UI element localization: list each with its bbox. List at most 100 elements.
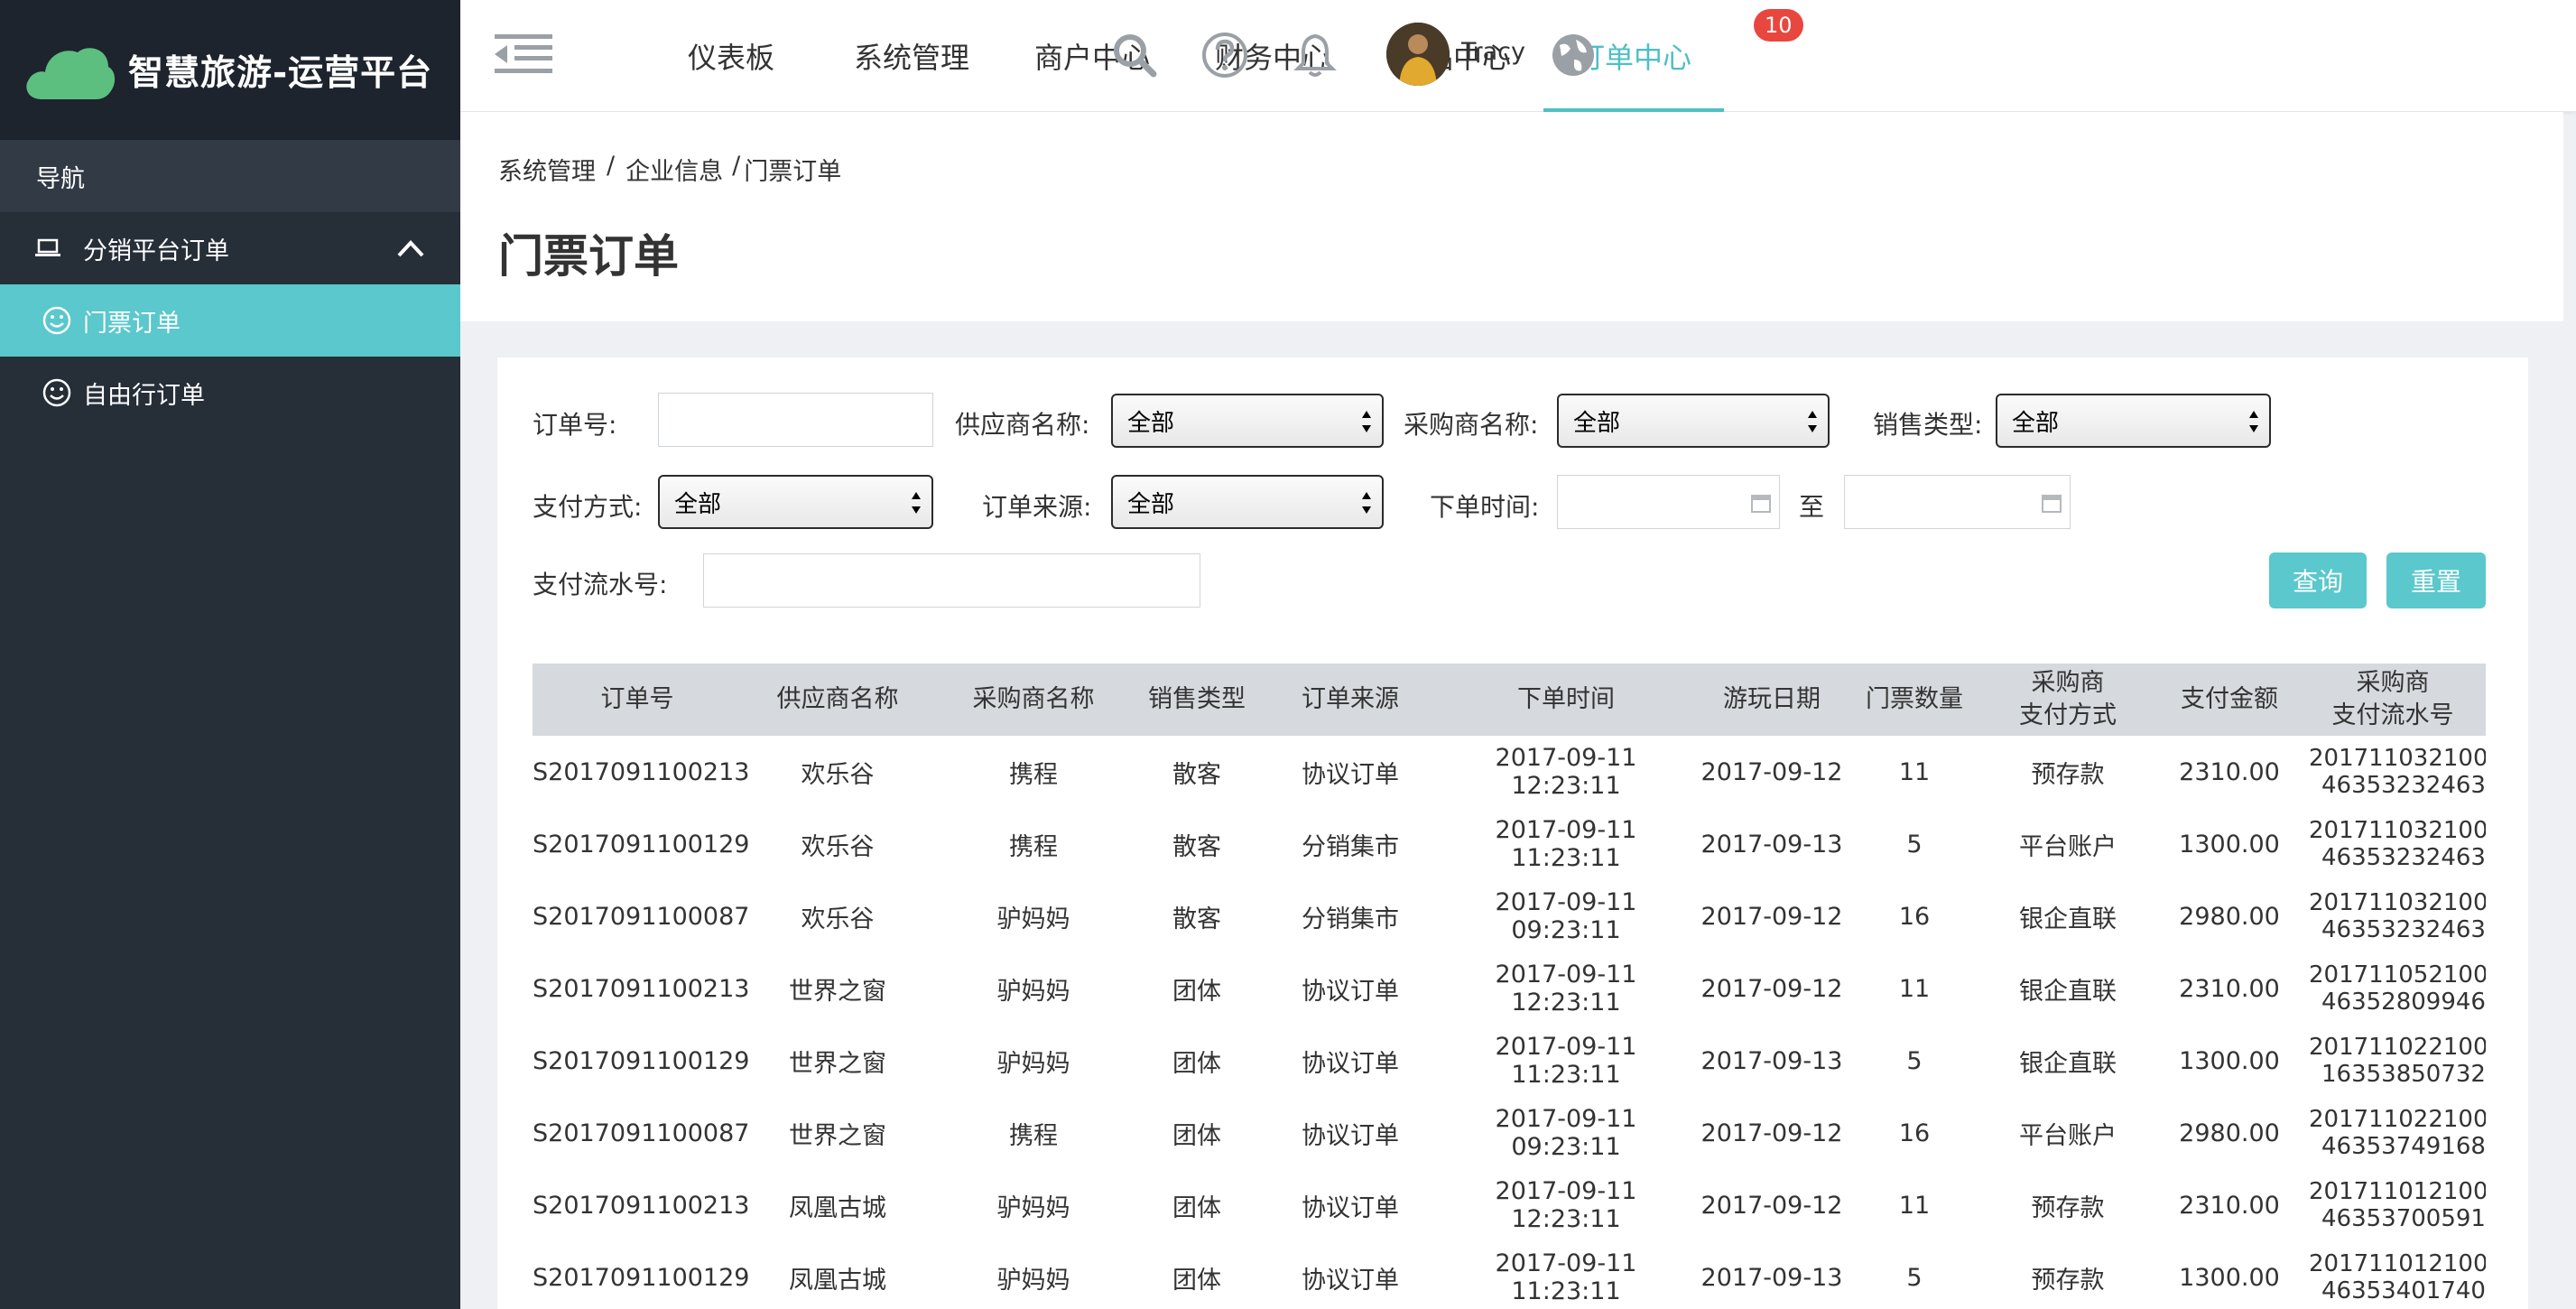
table-cell: 2017-09-11 11:23:11 <box>1495 1033 1637 1089</box>
select-arrows-icon <box>1808 411 1817 432</box>
smile-icon <box>42 306 71 335</box>
select-arrows-icon <box>1362 492 1371 514</box>
breadcrumb-item: 门票订单 <box>744 158 842 186</box>
table-cell: 2980.00 <box>2179 902 2280 931</box>
table-cell: 预存款 <box>2031 1266 2105 1295</box>
pay-serial-input[interactable] <box>703 553 1200 608</box>
table-cell-serial: 20171101210010463537005914( <box>2309 1178 2486 1232</box>
calendar-icon[interactable] <box>2041 492 2062 514</box>
breadcrumb-item[interactable]: 企业信息 <box>625 152 723 187</box>
column-header: 采购商 支付流水号 <box>2331 669 2454 729</box>
bell-icon[interactable] <box>1291 31 1339 79</box>
table-cell: S2017091100129 <box>533 830 750 859</box>
column-header: 支付金额 <box>2181 685 2278 713</box>
sidebar-item-label: 门票订单 <box>83 309 181 338</box>
table-cell: 银企直联 <box>2019 977 2117 1006</box>
reset-button[interactable]: 重置 <box>2386 552 2486 608</box>
table-cell: 散客 <box>1172 760 1221 789</box>
breadcrumb-separator: / <box>607 152 616 180</box>
buyer-select[interactable]: 全部 <box>1557 394 1830 448</box>
order-no-input[interactable] <box>658 393 933 447</box>
help-icon[interactable] <box>1200 31 1249 79</box>
table-cell: 团体 <box>1172 1121 1221 1150</box>
sidebar-item-label: 自由行订单 <box>83 381 205 410</box>
table-cell: 2017-09-11 11:23:11 <box>1495 816 1637 872</box>
table-cell-serial: 20171105210010463528099460! <box>2309 961 2486 1016</box>
order-time-end-input[interactable] <box>1844 475 2071 529</box>
table-cell: S2017091100213 <box>533 757 750 786</box>
table-cell: S2017091100129 <box>533 1046 750 1075</box>
supplier-select[interactable]: 全部 <box>1111 394 1384 448</box>
order-source-select[interactable]: 全部 <box>1111 475 1384 529</box>
table-cell: 协议订单 <box>1302 1193 1399 1222</box>
table-cell: 凤凰古城 <box>789 1193 886 1222</box>
table-cell: 平台账户 <box>2019 832 2117 861</box>
menu-toggle-icon[interactable] <box>495 32 552 76</box>
table-cell: 2017-09-12 <box>1700 1119 1843 1147</box>
table-cell: 2017-09-12 <box>1700 902 1843 931</box>
chevron-up-icon[interactable] <box>395 234 426 265</box>
table-row[interactable]: S2017091100213 世界之窗 驴妈妈 团体 协议订单 2017-09-11 12… <box>533 952 2486 1025</box>
table-cell-serial: 20171102210010463537491685' <box>2309 1106 2486 1160</box>
table-row[interactable]: S2017091100087 欢乐谷 驴妈妈 散客 分销集市 2017-09-11 09:… <box>533 880 2486 952</box>
column-header: 订单号 <box>600 685 674 713</box>
table-cell: 预存款 <box>2031 760 2105 789</box>
table-cell: 2980.00 <box>2179 1119 2280 1147</box>
table-cell: 协议订单 <box>1302 1266 1399 1295</box>
sidebar-item-free-travel-orders[interactable]: 自由行订单 <box>0 357 460 429</box>
table-body: S2017091100213 欢乐谷 携程 散客 协议订单 2017-09-11 12:2… <box>533 736 2486 1309</box>
table-row[interactable]: S2017091100213 凤凰古城 驴妈妈 团体 协议订单 2017-09-11 12… <box>533 1169 2486 1241</box>
sidebar-item-ticket-orders[interactable]: 门票订单 <box>0 284 460 357</box>
search-button[interactable]: 查询 <box>2269 552 2367 608</box>
table-header: 订单号 供应商名称 采购商名称 销售类型 订单来源 下单时间 游玩日期 门票数量… <box>533 664 2486 736</box>
table-cell-serial: 20171102210010163538507322( <box>2309 1034 2486 1088</box>
breadcrumb-separator: / <box>732 152 741 180</box>
table-cell: 5 <box>1906 1046 1923 1075</box>
tab-system-management[interactable]: 系统管理 <box>821 0 1002 112</box>
table-cell: 2017-09-11 11:23:11 <box>1495 1249 1637 1305</box>
table-cell: 团体 <box>1172 977 1221 1006</box>
nav-group-label: 分销平台订单 <box>83 237 229 265</box>
pay-method-select[interactable]: 全部 <box>658 475 933 529</box>
table-row[interactable]: S2017091100087 世界之窗 携程 团体 协议订单 2017-09-11 09:… <box>533 1097 2486 1169</box>
table-cell: 携程 <box>1009 1121 1058 1150</box>
table-row[interactable]: S2017091100129 欢乐谷 携程 散客 分销集市 2017-09-11 11:2… <box>533 808 2486 880</box>
table-cell: 团体 <box>1172 1049 1221 1078</box>
table-cell: S2017091100087 <box>533 1119 750 1147</box>
tab-dashboard[interactable]: 仪表板 <box>641 0 821 112</box>
column-header: 供应商名称 <box>776 685 899 713</box>
nav-group-distribution-orders[interactable]: 分销平台订单 <box>0 212 460 284</box>
breadcrumb-item[interactable]: 系统管理 <box>498 152 596 187</box>
column-header: 采购商名称 <box>972 685 1095 713</box>
globe-icon[interactable] <box>1551 32 1596 78</box>
table-cell: 欢乐谷 <box>801 905 875 933</box>
table-cell: 世界之窗 <box>789 1121 886 1150</box>
supplier-select-value: 全部 <box>1127 409 1175 437</box>
table-cell: 分销集市 <box>1302 832 1399 861</box>
username[interactable]: Tracy <box>1461 38 1525 66</box>
avatar[interactable] <box>1386 23 1450 86</box>
table-cell: 驴妈妈 <box>996 977 1070 1006</box>
search-icon[interactable] <box>1110 31 1159 79</box>
column-header: 下单时间 <box>1517 685 1615 713</box>
orders-table: 订单号 供应商名称 采购商名称 销售类型 订单来源 下单时间 游玩日期 门票数量… <box>533 664 2486 1309</box>
table-cell: 分销集市 <box>1302 905 1399 933</box>
table-row[interactable]: S2017091100213 欢乐谷 携程 散客 协议订单 2017-09-11 12:2… <box>533 736 2486 808</box>
page-header: 系统管理 / 企业信息 / 门票订单 门票订单 <box>460 112 2563 321</box>
table-cell: 协议订单 <box>1302 977 1399 1006</box>
order-no-label: 订单号: <box>533 410 617 440</box>
table-cell: 2017-09-12 <box>1700 1191 1843 1220</box>
table-row[interactable]: S2017091100129 凤凰古城 驴妈妈 团体 协议订单 2017-09-11 11… <box>533 1241 2486 1309</box>
table-row[interactable]: S2017091100129 世界之窗 驴妈妈 团体 协议订单 2017-09-11 11… <box>533 1025 2486 1097</box>
order-time-start-input[interactable] <box>1557 475 1780 529</box>
table-cell: 5 <box>1906 1263 1923 1292</box>
calendar-icon[interactable] <box>1750 492 1772 514</box>
to-label: 至 <box>1799 492 1825 522</box>
notification-badge: 10 <box>1754 9 1803 42</box>
top-bar: 仪表板 系统管理 商户中心 财务中心 产品中心 订单中心 Tracy <box>460 0 2576 112</box>
column-header: 游玩日期 <box>1723 685 1821 713</box>
table-cell: 协议订单 <box>1302 760 1399 789</box>
table-cell: 5 <box>1906 830 1923 859</box>
column-header: 销售类型 <box>1148 685 1246 713</box>
sale-type-select[interactable]: 全部 <box>1996 394 2271 448</box>
